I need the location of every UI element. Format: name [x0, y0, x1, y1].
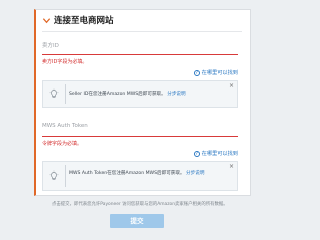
- seller-id-help-link[interactable]: ? 在哪里可以找到: [193, 69, 238, 76]
- consent-note: 点击提交，即代表您允许Payoneer 访问您获取与您的Amazon卖家账户相关…: [52, 202, 228, 207]
- close-icon[interactable]: ×: [229, 163, 234, 170]
- info-separator: [65, 165, 66, 187]
- section-header[interactable]: 连接至电商网站: [42, 14, 114, 26]
- question-icon: ?: [193, 69, 200, 76]
- auth-token-info-text: MWS Auth Token在您注册Amazon MWS后即可获取。 分步说明: [69, 170, 227, 177]
- seller-id-error: 卖方ID字段为必填。: [42, 59, 88, 65]
- seller-id-help-text: 在哪里可以找到: [201, 70, 238, 76]
- connect-store-card: 连接至电商网站 卖方ID 卖方ID字段为必填。 ? 在哪里可以找到 Seller…: [34, 9, 251, 196]
- auth-token-help-link[interactable]: ? 在哪里可以找到: [193, 150, 238, 157]
- auth-token-info-body: MWS Auth Token在您注册Amazon MWS后即可获取。: [69, 171, 185, 176]
- seller-id-steps-link[interactable]: 分步说明: [167, 92, 185, 97]
- info-separator: [65, 84, 66, 104]
- close-icon[interactable]: ×: [229, 82, 234, 89]
- lightbulb-icon: [49, 88, 59, 98]
- header-divider: [42, 31, 242, 32]
- submit-button[interactable]: 提交: [110, 214, 164, 228]
- section-title: 连接至电商网站: [54, 16, 114, 26]
- seller-id-info-text: Seller ID在您注册Amazon MWS后即可获取。 分步说明: [69, 91, 227, 98]
- seller-id-info-box: Seller ID在您注册Amazon MWS后即可获取。 分步说明 ×: [42, 80, 238, 108]
- seller-id-label: 卖方ID: [42, 43, 59, 49]
- auth-token-steps-link[interactable]: 分步说明: [186, 171, 204, 176]
- lightbulb-icon: [49, 170, 59, 180]
- auth-token-help-text: 在哪里可以找到: [201, 151, 238, 157]
- auth-token-label: MWS Auth Token: [42, 123, 88, 129]
- seller-id-info-body: Seller ID在您注册Amazon MWS后即可获取。: [69, 92, 166, 97]
- auth-token-info-box: MWS Auth Token在您注册Amazon MWS后即可获取。 分步说明 …: [42, 161, 238, 191]
- auth-token-input[interactable]: [42, 136, 238, 137]
- chevron-down-icon[interactable]: [42, 16, 51, 25]
- question-icon: ?: [193, 150, 200, 157]
- auth-token-error: 令牌字段为必填。: [42, 141, 83, 147]
- seller-id-input[interactable]: [42, 54, 238, 55]
